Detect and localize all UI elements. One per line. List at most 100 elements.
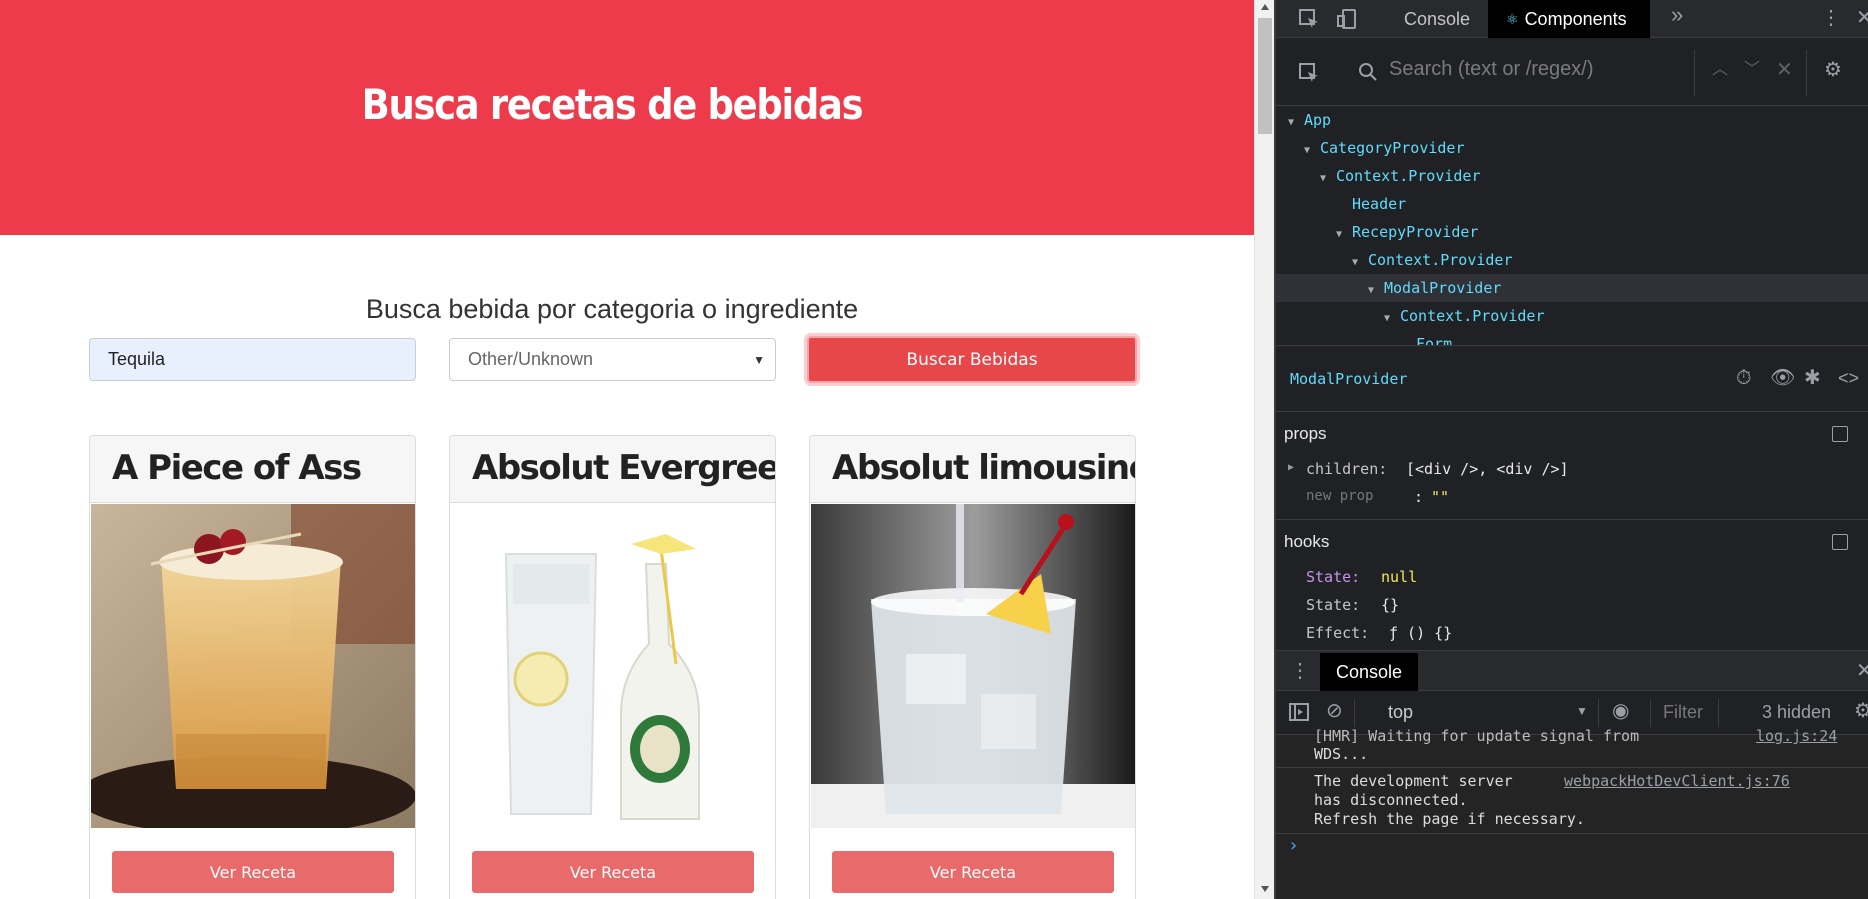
search-button[interactable]: Buscar Bebidas xyxy=(807,336,1137,383)
copy-icon[interactable] xyxy=(1832,534,1848,550)
expand-triangle-icon[interactable]: ▼ xyxy=(1368,277,1378,305)
recipe-card: A Piece of Ass Ver Receta xyxy=(89,435,416,899)
log-text: Refresh the page if necessary. xyxy=(1314,810,1585,828)
gear-icon[interactable]: ⚙ xyxy=(1824,60,1842,80)
log-source-link[interactable]: webpackHotDevClient.js:76 xyxy=(1564,772,1790,790)
components-toolbar: Search (text or /regex/) ︿ ﹀ ✕ ⚙ xyxy=(1276,38,1868,106)
view-recipe-button[interactable]: Ver Receta xyxy=(472,851,754,893)
select-element-icon[interactable] xyxy=(1298,62,1320,88)
expand-triangle-icon[interactable]: ▼ xyxy=(1288,109,1298,137)
new-prop-key[interactable]: new prop xyxy=(1306,488,1373,504)
props-title: props xyxy=(1284,424,1327,443)
tree-node[interactable]: ▼ Context.Provider xyxy=(1276,302,1868,330)
tree-node[interactable]: ▼ Context.Provider xyxy=(1276,162,1868,190)
chevron-down-icon[interactable]: ﹀ xyxy=(1744,60,1760,80)
tree-node[interactable]: ▼ CategoryProvider xyxy=(1276,134,1868,162)
prop-value: [<div />, <div />] xyxy=(1406,460,1569,478)
props-section: props ▶ children: [<div />, <div />] new… xyxy=(1276,412,1868,520)
tree-node[interactable]: ▼ Context.Provider xyxy=(1276,246,1868,274)
react-icon: ⚛ xyxy=(1506,10,1519,27)
log-text: [HMR] Waiting for update signal from xyxy=(1314,727,1640,745)
divider xyxy=(1354,699,1355,727)
web-page: Busca recetas de bebidas Busca bebida po… xyxy=(0,0,1254,899)
divider xyxy=(1598,699,1599,727)
hook-value: null xyxy=(1381,568,1418,586)
view-source-icon[interactable]: <> xyxy=(1838,368,1859,388)
tree-node[interactable]: ▼ App xyxy=(1276,106,1868,134)
tree-node[interactable]: Header xyxy=(1276,190,1868,218)
component-search-input[interactable]: Search (text or /regex/) xyxy=(1389,58,1594,81)
console-prompt[interactable]: › xyxy=(1288,835,1299,856)
log-text: WDS... xyxy=(1314,745,1369,763)
hook-value: {} xyxy=(1381,596,1400,614)
expand-triangle-icon[interactable]: ▼ xyxy=(1320,165,1330,193)
page-scrollbar[interactable] xyxy=(1254,0,1274,899)
kebab-menu-icon[interactable]: ⋮ xyxy=(1821,8,1841,28)
category-select-value: Other/Unknown xyxy=(468,349,594,369)
scroll-up-arrow-icon[interactable] xyxy=(1261,4,1269,10)
search-icon xyxy=(1358,62,1378,86)
divider xyxy=(1276,833,1868,834)
scroll-down-arrow-icon[interactable] xyxy=(1261,886,1269,892)
close-icon[interactable]: ✕ xyxy=(1856,8,1868,28)
close-drawer-icon[interactable]: ✕ xyxy=(1856,661,1868,681)
hook-key: State: xyxy=(1306,596,1361,614)
log-text: The development server xyxy=(1314,772,1513,790)
live-expression-eye-icon[interactable]: ◉ xyxy=(1612,701,1629,721)
drawer-tabbar: ⋮ Console ✕ xyxy=(1276,651,1868,691)
prop-key: children: xyxy=(1306,460,1388,478)
view-recipe-button[interactable]: Ver Receta xyxy=(112,851,394,893)
drawer-tab-console[interactable]: Console xyxy=(1320,653,1419,691)
eye-icon[interactable]: 👁 xyxy=(1770,368,1795,388)
tab-components[interactable]: ⚛ Components xyxy=(1488,0,1650,38)
view-recipe-button[interactable]: Ver Receta xyxy=(832,851,1114,893)
hero-banner: Busca recetas de bebidas xyxy=(0,0,1254,235)
copy-icon[interactable] xyxy=(1832,426,1848,442)
log-source-link[interactable]: log.js:24 xyxy=(1756,727,1837,745)
tree-node[interactable]: ▼ RecepyProvider xyxy=(1276,218,1868,246)
new-prop-value[interactable]: "" xyxy=(1431,488,1449,506)
tab-components-label: Components xyxy=(1524,8,1627,29)
hidden-messages-count[interactable]: 3 hidden xyxy=(1762,702,1831,723)
bug-icon[interactable]: ✱ xyxy=(1804,368,1821,388)
tree-node-selected[interactable]: ▼ ModalProvider xyxy=(1276,274,1868,302)
drink-image xyxy=(91,504,415,828)
devtools-tabbar: Console ⚛ Components » ⋮ ✕ xyxy=(1276,0,1868,38)
new-prop-separator: : xyxy=(1414,488,1424,506)
tree-node[interactable]: Form xyxy=(1276,330,1868,345)
more-tabs-icon[interactable]: » xyxy=(1671,4,1683,26)
divider xyxy=(1694,50,1695,96)
console-filter-input[interactable]: Filter xyxy=(1663,702,1703,723)
divider xyxy=(1806,50,1807,96)
drink-image xyxy=(451,504,775,828)
scrollbar-thumb[interactable] xyxy=(1258,18,1272,134)
stopwatch-icon[interactable]: ⏱ xyxy=(1736,368,1752,388)
divider xyxy=(1650,699,1651,727)
device-toolbar-icon[interactable] xyxy=(1336,8,1358,34)
console-settings-gear-icon[interactable]: ⚙ xyxy=(1854,701,1868,721)
context-dropdown-icon[interactable]: ▼ xyxy=(1576,704,1588,718)
clear-search-icon[interactable]: ✕ xyxy=(1776,60,1793,80)
sidebar-toggle-icon[interactable] xyxy=(1288,701,1310,727)
divider xyxy=(1276,767,1868,768)
recipe-card-title: Absolut limousine xyxy=(810,436,1135,503)
expand-triangle-icon[interactable]: ▶ xyxy=(1288,462,1294,473)
expand-triangle-icon[interactable]: ▼ xyxy=(1384,305,1394,333)
context-select[interactable]: top xyxy=(1388,702,1413,723)
expand-triangle-icon[interactable]: ▼ xyxy=(1352,249,1362,277)
tab-console[interactable]: Console xyxy=(1386,0,1488,38)
selected-component-name: ModalProvider xyxy=(1290,370,1408,388)
drink-image xyxy=(811,504,1135,828)
hook-key: Effect: xyxy=(1306,624,1370,642)
drawer-menu-icon[interactable]: ⋮ xyxy=(1290,661,1310,681)
expand-triangle-icon[interactable]: ▼ xyxy=(1336,221,1346,249)
category-select[interactable]: Other/Unknown ▼ xyxy=(449,338,776,381)
hook-value: ƒ () {} xyxy=(1389,624,1453,642)
chevron-up-icon[interactable]: ︿ xyxy=(1712,60,1728,80)
expand-triangle-icon[interactable]: ▼ xyxy=(1304,137,1314,165)
inspect-element-icon[interactable] xyxy=(1298,8,1320,34)
ingredient-input[interactable]: Tequila xyxy=(89,338,416,381)
screen: Busca recetas de bebidas Busca bebida po… xyxy=(0,0,1868,899)
hooks-title: hooks xyxy=(1284,532,1330,551)
clear-console-icon[interactable]: ⊘ xyxy=(1326,701,1343,721)
